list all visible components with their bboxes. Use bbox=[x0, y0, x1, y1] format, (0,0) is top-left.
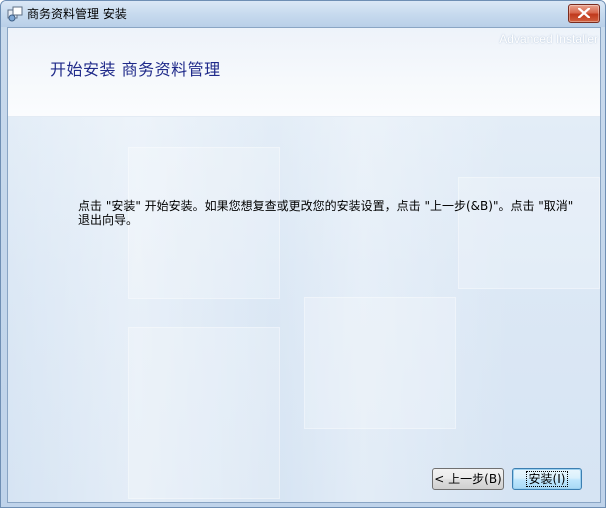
install-button[interactable]: 安装(I) bbox=[512, 468, 582, 490]
installer-window: 商务资料管理 安装 Advanced Installer 开始安装 商务资料管理… bbox=[0, 0, 606, 508]
close-button[interactable] bbox=[568, 4, 600, 23]
window-title: 商务资料管理 安装 bbox=[27, 7, 127, 21]
title-bar[interactable]: 商务资料管理 安装 bbox=[1, 1, 605, 27]
background-panel bbox=[128, 327, 280, 499]
installer-icon bbox=[7, 6, 23, 22]
close-icon bbox=[578, 8, 590, 18]
header-banner: Advanced Installer 开始安装 商务资料管理 bbox=[8, 28, 600, 117]
dialog-client-area: Advanced Installer 开始安装 商务资料管理 点击 "安装" 开… bbox=[7, 27, 601, 503]
background-panel bbox=[458, 177, 600, 289]
advanced-installer-watermark: Advanced Installer bbox=[499, 32, 598, 46]
background-panel bbox=[304, 297, 456, 429]
instructions-text: 点击 "安装" 开始安装。如果您想复查或更改您的安装设置，点击 "上一步(&B)… bbox=[78, 199, 574, 227]
content-area: 点击 "安装" 开始安装。如果您想复查或更改您的安装设置，点击 "上一步(&B)… bbox=[8, 117, 600, 502]
back-button-label: < 上一步(B) bbox=[434, 472, 502, 486]
install-button-label: 安装(I) bbox=[525, 471, 569, 487]
back-button[interactable]: < 上一步(B) bbox=[432, 468, 504, 490]
page-title: 开始安装 商务资料管理 bbox=[50, 60, 221, 79]
